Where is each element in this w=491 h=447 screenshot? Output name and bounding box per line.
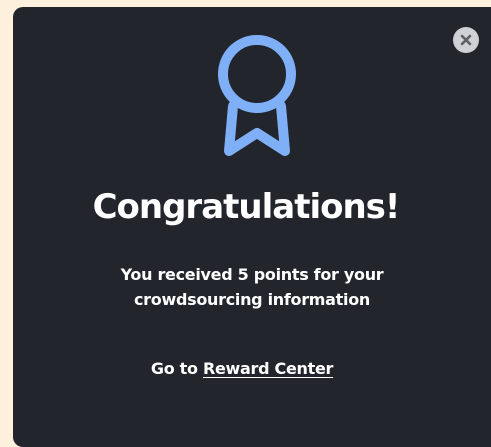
congratulations-title: Congratulations! — [92, 187, 401, 227]
points-message-line-2: crowdsourcing information — [134, 290, 370, 309]
reward-center-link[interactable]: Reward Center — [203, 359, 333, 378]
congratulations-modal: Congratulations! You received 5 points f… — [13, 7, 491, 447]
points-message-line-1: You received 5 points for your — [120, 265, 384, 284]
points-message: You received 5 points for your crowdsour… — [13, 262, 491, 312]
close-icon — [460, 34, 472, 46]
award-ribbon-icon — [218, 35, 296, 156]
reward-center-prefix: Go to — [150, 359, 198, 378]
reward-center-prompt: Go to Reward Center — [13, 357, 471, 381]
close-button[interactable] — [453, 27, 479, 53]
